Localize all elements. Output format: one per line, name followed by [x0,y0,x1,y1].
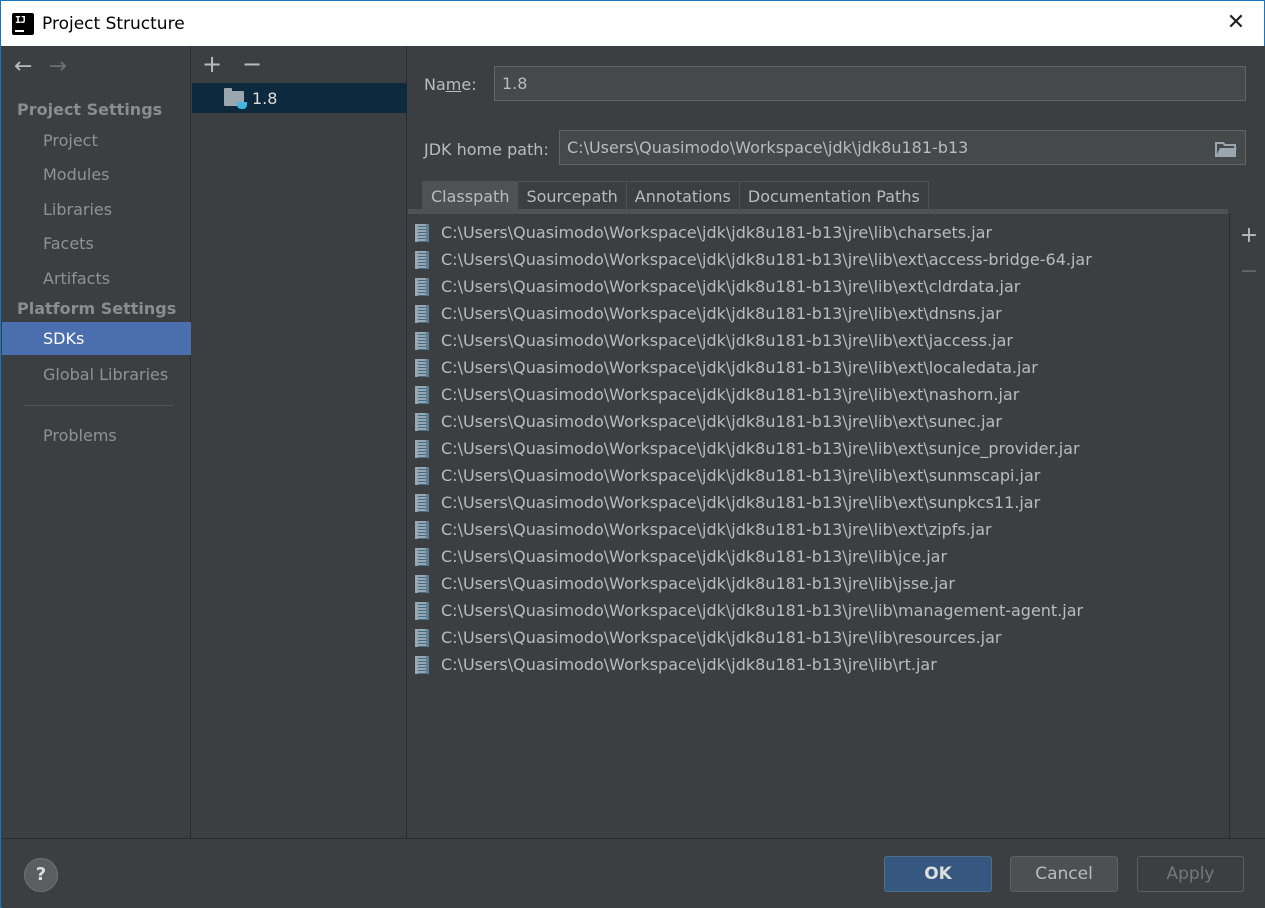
nav-divider [24,405,174,406]
dialog-button-bar: ? OK Cancel Apply [2,838,1265,908]
add-path-plus-icon[interactable]: + [1239,225,1259,247]
ok-button[interactable]: OK [884,856,992,892]
jar-archive-icon [415,601,429,620]
classpath-toolbar: + − [1229,213,1265,838]
path-tabs: Classpath Sourcepath Annotations Documen… [422,181,929,211]
list-item[interactable]: C:\Users\Quasimodo\Workspace\jdk\jdk8u18… [413,597,1083,624]
name-label: Name: [424,75,477,94]
list-item[interactable]: C:\Users\Quasimodo\Workspace\jdk\jdk8u18… [413,354,1038,381]
classpath-list: C:\Users\Quasimodo\Workspace\jdk\jdk8u18… [408,213,1228,838]
intellij-logo-icon: IJ [10,10,36,37]
window-title: Project Structure [42,13,185,34]
jar-archive-icon [415,223,429,242]
tab-documentation-paths[interactable]: Documentation Paths [739,181,929,211]
apply-button: Apply [1137,856,1244,892]
jar-archive-icon [415,385,429,404]
list-item[interactable]: C:\Users\Quasimodo\Workspace\jdk\jdk8u18… [413,624,1001,651]
jar-archive-icon [415,655,429,674]
nav-item-project[interactable]: Project [2,124,191,157]
jar-archive-icon [415,574,429,593]
jar-archive-icon [415,466,429,485]
project-structure-dialog: IJ Project Structure ✕ ← → Project Setti… [0,0,1265,908]
back-arrow-icon[interactable]: ← [14,56,32,78]
list-item[interactable]: C:\Users\Quasimodo\Workspace\jdk\jdk8u18… [413,489,1040,516]
title-bar: IJ Project Structure ✕ [1,1,1264,46]
nav-item-libraries[interactable]: Libraries [2,193,191,226]
name-input[interactable]: 1.8 [494,66,1246,101]
close-icon[interactable]: ✕ [1224,11,1248,35]
forward-arrow-icon: → [48,54,67,79]
nav-item-facets[interactable]: Facets [2,227,191,260]
jar-archive-icon [415,493,429,512]
tab-annotations[interactable]: Annotations [626,181,740,211]
jar-archive-icon [415,439,429,458]
jdk-folder-icon [224,87,247,109]
sdk-name: 1.8 [252,88,278,108]
remove-path-minus-icon: − [1239,259,1259,284]
jar-archive-icon [415,628,429,647]
cancel-button[interactable]: Cancel [1010,856,1118,892]
list-item[interactable]: C:\Users\Quasimodo\Workspace\jdk\jdk8u18… [413,246,1092,273]
help-button[interactable]: ? [24,858,58,892]
jdk-home-path-input[interactable]: C:\Users\Quasimodo\Workspace\jdk\jdk8u18… [559,130,1246,165]
list-item[interactable]: C:\Users\Quasimodo\Workspace\jdk\jdk8u18… [413,435,1080,462]
list-item[interactable]: C:\Users\Quasimodo\Workspace\jdk\jdk8u18… [413,273,1020,300]
list-item[interactable]: C:\Users\Quasimodo\Workspace\jdk\jdk8u18… [413,219,992,246]
list-item[interactable]: C:\Users\Quasimodo\Workspace\jdk\jdk8u18… [413,381,1019,408]
nav-item-global-libraries[interactable]: Global Libraries [2,358,191,391]
nav-item-problems[interactable]: Problems [2,419,191,452]
tab-classpath[interactable]: Classpath [422,181,519,211]
jar-archive-icon [415,358,429,377]
jar-archive-icon [415,412,429,431]
jar-archive-icon [415,304,429,323]
add-sdk-plus-icon[interactable]: + [202,50,222,78]
sdk-list-panel: + − 1.8 [192,46,407,838]
list-item[interactable]: C:\Users\Quasimodo\Workspace\jdk\jdk8u18… [413,543,947,570]
jar-archive-icon [415,250,429,269]
settings-nav: ← → Project Settings Project Modules Lib… [2,46,191,838]
list-item[interactable]: C:\Users\Quasimodo\Workspace\jdk\jdk8u18… [413,408,1002,435]
jdk-home-label: JDK home path: [424,140,549,159]
sdk-detail-panel: Name: 1.8 JDK home path: C:\Users\Quasim… [408,46,1265,838]
list-item[interactable]: C:\Users\Quasimodo\Workspace\jdk\jdk8u18… [413,516,992,543]
project-settings-heading: Project Settings [17,100,163,119]
jar-archive-icon [415,520,429,539]
list-item[interactable]: C:\Users\Quasimodo\Workspace\jdk\jdk8u18… [413,327,1013,354]
jar-archive-icon [415,331,429,350]
jar-archive-icon [415,277,429,296]
nav-item-sdks[interactable]: SDKs [2,322,191,355]
jdk-home-path-value: C:\Users\Quasimodo\Workspace\jdk\jdk8u18… [567,138,969,157]
list-item[interactable]: C:\Users\Quasimodo\Workspace\jdk\jdk8u18… [413,462,1040,489]
list-item[interactable]: C:\Users\Quasimodo\Workspace\jdk\jdk8u18… [413,651,937,678]
list-item[interactable]: C:\Users\Quasimodo\Workspace\jdk\jdk8u18… [413,300,1002,327]
jar-archive-icon [415,547,429,566]
list-item[interactable]: C:\Users\Quasimodo\Workspace\jdk\jdk8u18… [413,570,955,597]
nav-item-artifacts[interactable]: Artifacts [2,262,191,295]
sdk-list-item[interactable]: 1.8 [192,83,407,113]
tab-sourcepath[interactable]: Sourcepath [518,181,627,211]
nav-item-modules[interactable]: Modules [2,158,191,191]
remove-sdk-minus-icon[interactable]: − [242,50,262,78]
platform-settings-heading: Platform Settings [17,299,177,318]
browse-folder-icon[interactable] [1215,141,1237,157]
